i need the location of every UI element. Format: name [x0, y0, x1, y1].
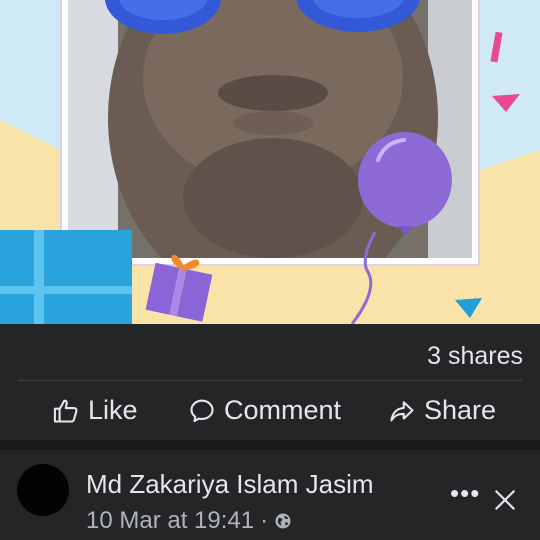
post-author-name[interactable]: Md Zakariya Islam Jasim	[86, 469, 374, 500]
post-actions-bar: Like Comment Share	[0, 381, 540, 440]
comment-bubble-icon	[190, 399, 214, 422]
post-timestamp[interactable]: 10 Mar at 19:41	[86, 507, 254, 535]
like-button[interactable]: Like	[52, 381, 138, 440]
decorations	[0, 132, 452, 324]
share-button[interactable]: Share	[388, 381, 496, 440]
more-options-button[interactable]: •••	[450, 478, 480, 509]
close-icon[interactable]	[492, 487, 518, 513]
feed-separator	[0, 440, 540, 450]
next-post-header: Md Zakariya Islam Jasim 10 Mar at 19:41 …	[0, 450, 540, 540]
post-photo[interactable]	[0, 0, 540, 324]
avatar[interactable]	[17, 464, 69, 516]
share-arrow-icon	[390, 400, 414, 421]
share-label: Share	[424, 395, 497, 425]
shares-count[interactable]: 3 shares	[427, 342, 523, 371]
post-meta: 10 Mar at 19:41 ·	[86, 507, 292, 535]
post-stats-bar: 3 shares	[0, 324, 540, 380]
comment-label: Comment	[224, 395, 342, 425]
thumbs-up-icon	[53, 399, 78, 423]
like-label: Like	[88, 395, 138, 425]
comment-button[interactable]: Comment	[188, 381, 341, 440]
globe-icon	[275, 513, 291, 529]
meta-separator: ·	[260, 507, 269, 534]
